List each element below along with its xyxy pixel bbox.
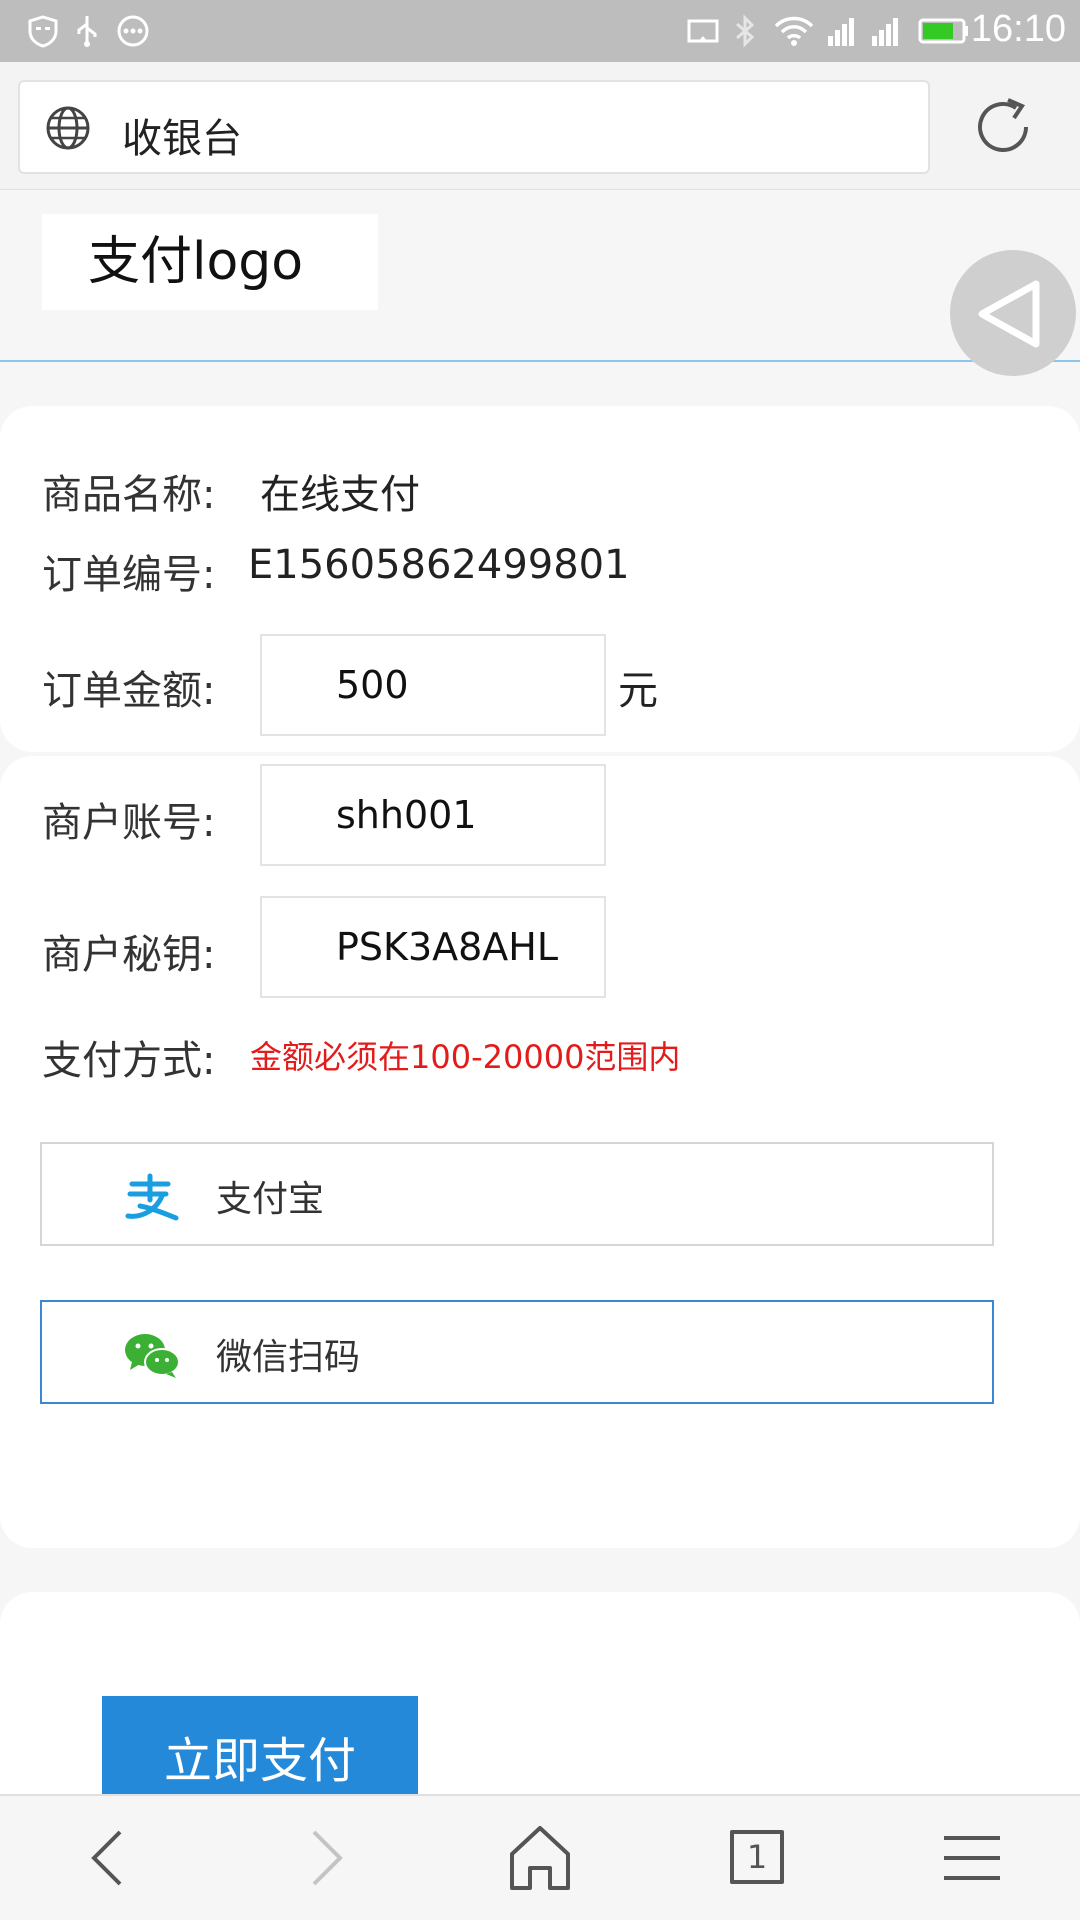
order-no-label: 订单编号: xyxy=(42,552,216,598)
tab-count: 1 xyxy=(746,1838,768,1876)
page-header: 支付logo xyxy=(0,190,1080,362)
amount-label: 订单金额: xyxy=(42,668,216,714)
shield-icon xyxy=(28,15,58,48)
bluetooth-icon xyxy=(736,14,755,48)
pay-now-button[interactable]: 立即支付 xyxy=(102,1696,418,1796)
more-icon xyxy=(117,15,149,47)
address-bar[interactable]: 收银台 xyxy=(18,80,930,174)
page-title: 收银台 xyxy=(122,116,242,162)
usb-icon xyxy=(77,16,97,47)
status-bar: 16:10 xyxy=(0,0,1080,62)
clock: 16:10 xyxy=(970,8,1066,50)
signal-icon-2 xyxy=(872,18,898,46)
product-value: 在线支付 xyxy=(260,472,420,518)
secret-input[interactable]: PSK3A8AHL xyxy=(260,896,606,998)
merchant-info-card: 商户账号: shh001 商户秘钥: PSK3A8AHL 支付方式: 金额必须在… xyxy=(0,756,1080,1548)
pay-logo: 支付logo xyxy=(42,214,378,310)
globe-icon xyxy=(46,106,90,150)
back-icon[interactable] xyxy=(68,1818,148,1898)
order-no-value: E15605862499801 xyxy=(248,542,630,588)
reload-icon[interactable] xyxy=(968,92,1038,162)
pay-option-wechat[interactable]: 微信扫码 xyxy=(40,1300,994,1404)
signal-icon xyxy=(828,18,854,46)
menu-icon[interactable] xyxy=(932,1818,1012,1898)
amount-input[interactable]: 500 xyxy=(260,634,606,736)
forward-icon[interactable] xyxy=(286,1818,366,1898)
tabs-button[interactable]: 1 xyxy=(716,1818,796,1898)
amount-unit: 元 xyxy=(618,668,658,714)
cast-icon xyxy=(687,19,719,43)
battery-icon xyxy=(918,18,968,44)
pay-option-alipay[interactable]: 支付宝 xyxy=(40,1142,994,1246)
pay-method-label: 支付方式: xyxy=(42,1038,216,1084)
browser-toolbar: 收银台 xyxy=(0,62,1080,190)
secret-label: 商户秘钥: xyxy=(42,932,216,978)
account-label: 商户账号: xyxy=(42,800,216,846)
wifi-icon xyxy=(774,16,814,46)
pay-option-label: 支付宝 xyxy=(216,1179,325,1220)
wechat-icon xyxy=(125,1334,180,1378)
alipay-icon xyxy=(125,1173,179,1221)
floating-back-button[interactable] xyxy=(950,250,1076,376)
product-label: 商品名称: xyxy=(42,472,216,518)
pay-option-label: 微信扫码 xyxy=(216,1337,361,1378)
home-icon[interactable] xyxy=(500,1818,580,1898)
back-triangle-icon xyxy=(978,280,1040,348)
order-info-card: 商品名称: 在线支付 订单编号: E15605862499801 订单金额: 5… xyxy=(0,406,1080,752)
account-input[interactable]: shh001 xyxy=(260,764,606,866)
amount-range-warning: 金额必须在100-20000范围内 xyxy=(250,1038,681,1076)
browser-bottom-nav: 1 xyxy=(0,1794,1080,1920)
